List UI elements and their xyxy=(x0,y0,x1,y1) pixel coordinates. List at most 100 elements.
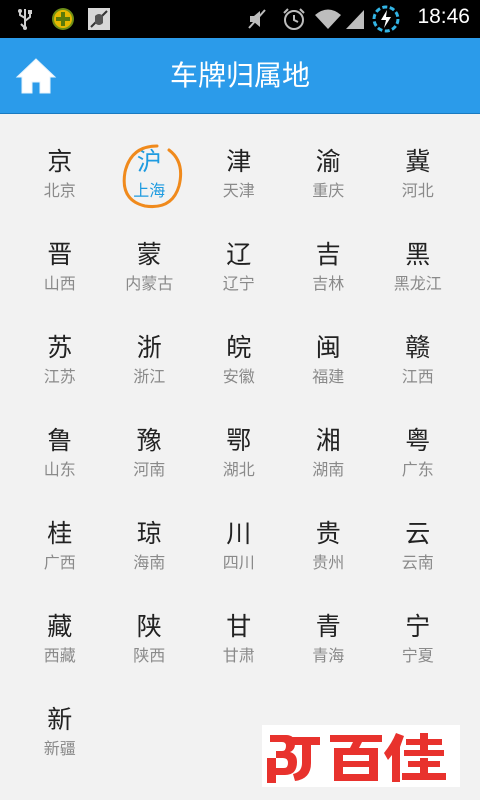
province-abbr: 浙 xyxy=(136,333,162,362)
province-abbr: 黑 xyxy=(405,240,431,269)
alarm-icon xyxy=(283,8,305,30)
page-title: 车牌归属地 xyxy=(169,59,310,92)
province-item[interactable]: 渝重庆 xyxy=(284,135,374,228)
province-name: 贵州 xyxy=(312,553,345,572)
province-name: 宁夏 xyxy=(401,646,434,665)
province-item[interactable]: 蒙内蒙古 xyxy=(105,228,195,321)
province-name: 海南 xyxy=(133,553,166,572)
province-name: 新疆 xyxy=(43,739,76,758)
province-abbr: 冀 xyxy=(405,147,431,176)
province-abbr: 甘 xyxy=(226,612,252,641)
province-name: 江西 xyxy=(401,367,434,386)
province-item[interactable]: 琼海南 xyxy=(105,507,195,600)
watermark-logo xyxy=(262,725,460,787)
province-abbr: 粤 xyxy=(405,426,431,455)
province-abbr: 琼 xyxy=(136,519,162,548)
status-time: 18:46 xyxy=(417,5,470,28)
province-abbr: 渝 xyxy=(315,147,341,176)
province-item[interactable]: 赣江西 xyxy=(373,321,463,414)
province-grid: 京北京沪上海津天津渝重庆冀河北晋山西蒙内蒙古辽辽宁吉吉林黑黑龙江苏江苏浙浙江皖安… xyxy=(15,135,463,786)
province-name: 河南 xyxy=(133,460,166,479)
province-name: 西藏 xyxy=(43,646,76,665)
province-name: 广西 xyxy=(43,553,76,572)
province-abbr: 津 xyxy=(226,147,252,176)
province-name: 四川 xyxy=(222,553,255,572)
province-abbr: 川 xyxy=(226,519,252,548)
province-abbr: 蒙 xyxy=(136,240,162,269)
province-abbr: 新 xyxy=(47,705,73,734)
province-item[interactable]: 皖安徽 xyxy=(194,321,284,414)
plus-app-icon xyxy=(52,8,74,30)
usb-icon xyxy=(18,9,32,30)
province-item[interactable]: 新新疆 xyxy=(15,693,105,786)
province-item[interactable]: 浙浙江 xyxy=(105,321,195,414)
province-item[interactable]: 黑黑龙江 xyxy=(373,228,463,321)
province-name: 内蒙古 xyxy=(125,274,174,293)
province-name: 吉林 xyxy=(312,274,345,293)
province-item[interactable]: 陕陕西 xyxy=(105,600,195,693)
province-item[interactable]: 京北京 xyxy=(15,135,105,228)
province-name: 浙江 xyxy=(133,367,166,386)
watermark-logo-graphic xyxy=(267,733,446,783)
signal-icon xyxy=(346,10,364,29)
province-name: 青海 xyxy=(312,646,345,665)
province-item[interactable]: 辽辽宁 xyxy=(194,228,284,321)
province-name: 黑龙江 xyxy=(393,274,442,293)
province-name: 湖南 xyxy=(312,460,345,479)
province-item[interactable]: 鲁山东 xyxy=(15,414,105,507)
province-abbr: 吉 xyxy=(315,240,341,269)
province-item[interactable]: 贵贵州 xyxy=(284,507,374,600)
province-item[interactable]: 云云南 xyxy=(373,507,463,600)
province-item[interactable]: 甘甘肃 xyxy=(194,600,284,693)
province-name: 湖北 xyxy=(222,460,255,479)
province-name: 山东 xyxy=(43,460,76,479)
province-abbr: 鄂 xyxy=(226,426,252,455)
province-abbr: 京 xyxy=(47,147,73,176)
province-item[interactable]: 冀河北 xyxy=(373,135,463,228)
province-item[interactable]: 苏江苏 xyxy=(15,321,105,414)
province-item[interactable]: 川四川 xyxy=(194,507,284,600)
province-item[interactable]: 湘湖南 xyxy=(284,414,374,507)
province-item[interactable]: 晋山西 xyxy=(15,228,105,321)
province-item[interactable]: 豫河南 xyxy=(105,414,195,507)
province-abbr: 藏 xyxy=(47,612,73,641)
province-abbr: 豫 xyxy=(136,426,162,455)
app-header: 车牌归属地 xyxy=(0,38,480,114)
province-item[interactable]: 粤广东 xyxy=(373,414,463,507)
province-item[interactable]: 宁宁夏 xyxy=(373,600,463,693)
province-abbr: 辽 xyxy=(226,240,252,269)
province-item[interactable]: 鄂湖北 xyxy=(194,414,284,507)
debug-icon xyxy=(88,8,110,30)
province-abbr: 云 xyxy=(405,519,431,548)
province-name: 福建 xyxy=(312,367,345,386)
status-bar: 18:46 xyxy=(0,0,480,38)
province-item[interactable]: 吉吉林 xyxy=(284,228,374,321)
province-abbr: 陕 xyxy=(136,612,162,641)
province-item[interactable]: 津天津 xyxy=(194,135,284,228)
province-abbr: 宁 xyxy=(405,612,431,641)
battery-charging-icon xyxy=(372,5,400,33)
province-name: 辽宁 xyxy=(222,274,255,293)
province-abbr: 桂 xyxy=(47,519,73,548)
province-abbr: 湘 xyxy=(315,426,341,455)
province-item[interactable]: 桂广西 xyxy=(15,507,105,600)
province-item[interactable]: 闽福建 xyxy=(284,321,374,414)
province-abbr: 鲁 xyxy=(47,426,73,455)
province-item[interactable]: 沪上海 xyxy=(105,135,195,228)
province-name: 天津 xyxy=(222,181,255,200)
selection-circle-mark xyxy=(122,144,182,209)
mute-icon xyxy=(248,9,266,29)
province-name: 重庆 xyxy=(312,181,345,200)
province-name: 安徽 xyxy=(222,367,255,386)
province-name: 陕西 xyxy=(133,646,166,665)
wifi-icon xyxy=(315,9,341,29)
province-item[interactable]: 藏西藏 xyxy=(15,600,105,693)
province-item[interactable]: 青青海 xyxy=(284,600,374,693)
province-name: 河北 xyxy=(401,181,434,200)
province-abbr: 贵 xyxy=(315,519,341,548)
province-abbr: 青 xyxy=(315,612,341,641)
province-abbr: 苏 xyxy=(47,333,73,362)
province-abbr: 闽 xyxy=(315,333,341,362)
province-abbr: 晋 xyxy=(47,240,73,269)
province-name: 江苏 xyxy=(43,367,76,386)
